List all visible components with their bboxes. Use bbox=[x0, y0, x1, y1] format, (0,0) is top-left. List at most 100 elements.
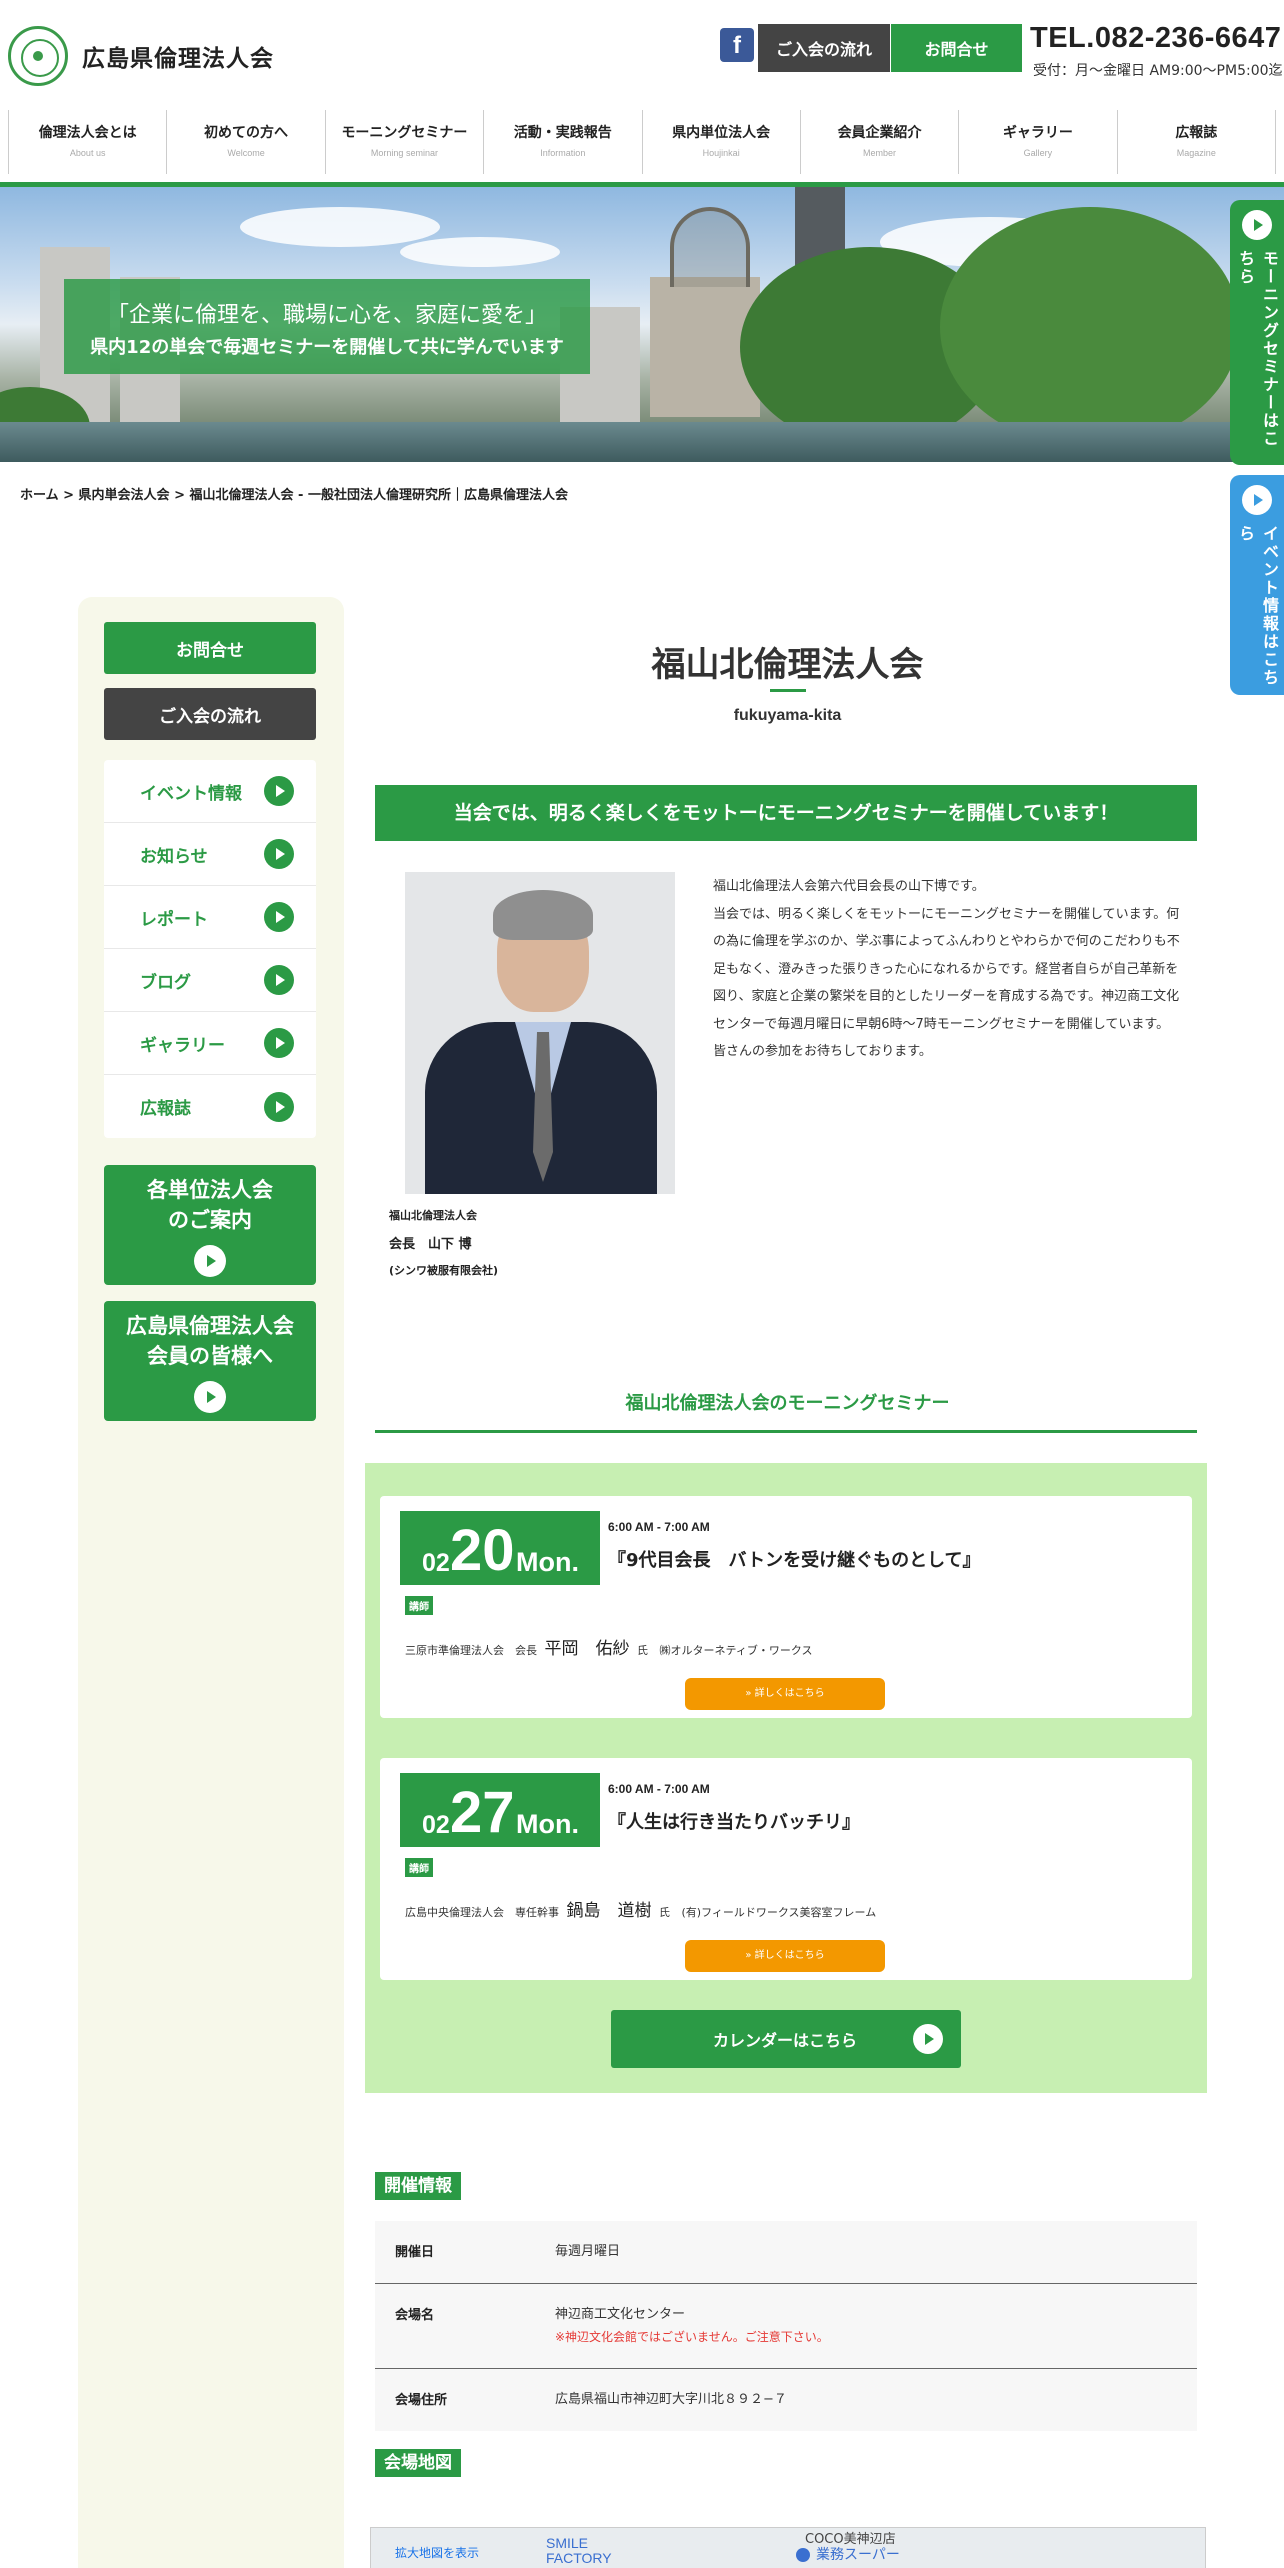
speaker-company: (有)フィールドワークス美容室フレーム bbox=[681, 1906, 877, 1919]
play-arrow-icon bbox=[1242, 485, 1272, 515]
intro-text: 福山北倫理法人会第六代目会長の山下博です。 当会では、明るく楽しくをモットーにモ… bbox=[713, 873, 1189, 1066]
nav-item-welcome[interactable]: 初めての方へ Welcome bbox=[166, 110, 324, 174]
sidebar-item-label: イベント情報 bbox=[140, 783, 242, 804]
hero-slogan: 「企業に倫理を、職場に心を、家庭に愛を」 bbox=[106, 303, 547, 328]
facebook-icon[interactable]: f bbox=[720, 28, 754, 62]
sidebar-members-button[interactable]: 広島県倫理法人会 会員の皆様へ bbox=[104, 1301, 316, 1421]
nav-label: ギャラリー bbox=[1002, 125, 1073, 141]
page-title: 福山北倫理法人会 bbox=[651, 645, 924, 685]
units-guide-line1: 各単位法人会 bbox=[147, 1178, 273, 1202]
nav-sublabel: Welcome bbox=[227, 148, 265, 158]
side-tab-label: イベント情報はこちら bbox=[1236, 525, 1279, 687]
seminar-detail-button[interactable]: » 詳しくはこちら bbox=[685, 1940, 885, 1972]
nav-sublabel: Information bbox=[540, 148, 586, 158]
sidebar-item-gallery[interactable]: ギャラリー bbox=[104, 1012, 316, 1075]
logo-text: 広島県倫理法人会 bbox=[82, 46, 274, 72]
nav-label: 会員企業紹介 bbox=[837, 125, 922, 141]
info-value-text: 神辺商工文化センター bbox=[555, 2307, 686, 2322]
table-row: 会場住所 広島県福山市神辺町大字川北８９２−７ bbox=[375, 2369, 1197, 2431]
sidebar-units-guide-button[interactable]: 各単位法人会 のご案内 bbox=[104, 1165, 316, 1285]
sidebar-item-magazine[interactable]: 広報誌 bbox=[104, 1075, 316, 1138]
nav-label: モーニングセミナー bbox=[341, 125, 468, 141]
sidebar-join-button[interactable]: ご入会の流れ bbox=[104, 688, 316, 740]
hero-banner: 「企業に倫理を、職場に心を、家庭に愛を」 県内12の単会で毎週セミナーを開催して… bbox=[0, 187, 1284, 462]
map-heading: 会場地図 bbox=[375, 2449, 461, 2477]
nav-sublabel: Gallery bbox=[1023, 148, 1053, 158]
seminar-card: 02 20 Mon. 6:00 AM - 7:00 AM 『9代目会長 バトンを… bbox=[380, 1496, 1192, 1718]
seminar-panel: 02 20 Mon. 6:00 AM - 7:00 AM 『9代目会長 バトンを… bbox=[365, 1463, 1207, 2093]
speaker-org: 広島中央倫理法人会 専任幹事 bbox=[405, 1906, 559, 1919]
seminar-speaker: 三原市準倫理法人会 会長 平岡 佑紗 氏 ㈱オルターネティブ・ワークス bbox=[405, 1634, 813, 1659]
cloud-shape bbox=[400, 237, 560, 267]
sidebar-item-news[interactable]: お知らせ bbox=[104, 823, 316, 886]
table-row: 会場名 神辺商工文化センター ※神辺文化会館ではございません。ご注意下さい。 bbox=[375, 2284, 1197, 2369]
site-header: 広島県倫理法人会 f ご入会の流れ お問合せ TEL.082-236-6647 … bbox=[0, 0, 1284, 100]
seminar-weekday: Mon. bbox=[516, 1547, 579, 1577]
seminar-month: 02 bbox=[422, 1811, 450, 1839]
speaker-name: 鍋島 道樹 bbox=[566, 1901, 652, 1921]
intro-paragraph: 皆さんの参加をお待ちしております。 bbox=[713, 1044, 932, 1059]
seminar-time: 6:00 AM - 7:00 AM bbox=[608, 1520, 710, 1534]
play-arrow-icon bbox=[913, 2024, 943, 2054]
play-arrow-icon bbox=[1242, 210, 1272, 240]
sidebar-item-events[interactable]: イベント情報 bbox=[104, 760, 316, 823]
info-value: 毎週月曜日 bbox=[555, 2221, 620, 2283]
lecturer-badge: 講師 bbox=[405, 1858, 433, 1877]
speaker-company: ㈱オルターネティブ・ワークス bbox=[659, 1644, 813, 1657]
join-flow-button[interactable]: ご入会の流れ bbox=[758, 24, 890, 72]
arrow-right-icon bbox=[264, 965, 294, 995]
nav-item-morning-seminar[interactable]: モーニングセミナー Morning seminar bbox=[324, 110, 483, 174]
seminar-topic: 『人生は行き当たりバッチリ』 bbox=[608, 1812, 860, 1833]
nav-item-magazine[interactable]: 広報誌 Magazine bbox=[1116, 110, 1276, 174]
seminar-month: 02 bbox=[422, 1549, 450, 1577]
map-enlarge-link[interactable]: 拡大地図を表示 bbox=[395, 2544, 479, 2561]
seminar-weekday: Mon. bbox=[516, 1809, 579, 1839]
calendar-button[interactable]: カレンダーはこちら bbox=[611, 2010, 961, 2068]
sidebar-contact-button[interactable]: お問合せ bbox=[104, 622, 316, 674]
side-tab-event[interactable]: イベント情報はこちら bbox=[1230, 475, 1284, 695]
info-value: 広島県福山市神辺町大字川北８９２−７ bbox=[555, 2369, 787, 2431]
breadcrumb[interactable]: ホーム > 県内単会法人会 > 福山北倫理法人会 - 一般社団法人倫理研究所｜広… bbox=[20, 484, 568, 503]
nav-item-houjinkai[interactable]: 県内単位法人会 Houjinkai bbox=[641, 110, 800, 174]
hero-subtext: 県内12の単会で毎週セミナーを開催して共に学んでいます bbox=[90, 337, 564, 358]
sidebar-item-label: 広報誌 bbox=[140, 1099, 191, 1119]
sidebar-item-blog[interactable]: ブログ bbox=[104, 949, 316, 1012]
seminar-card: 02 27 Mon. 6:00 AM - 7:00 AM 『人生は行き当たりバッ… bbox=[380, 1758, 1192, 1980]
sidebar-item-label: お知らせ bbox=[140, 846, 208, 867]
seminar-speaker: 広島中央倫理法人会 専任幹事 鍋島 道樹 氏 (有)フィールドワークス美容室フレ… bbox=[405, 1896, 876, 1921]
sidebar-item-label: ブログ bbox=[140, 972, 191, 993]
photo-caption-name: 会長 山下 博 bbox=[389, 1237, 472, 1252]
nav-item-about[interactable]: 倫理法人会とは About us bbox=[8, 110, 166, 174]
venue-map[interactable]: 拡大地図を表示 SMILE FACTORY PHOTO STUDIO COCO美… bbox=[370, 2527, 1206, 2568]
photo-hair-shape bbox=[493, 890, 593, 940]
info-key: 会場名 bbox=[395, 2308, 435, 2323]
nav-item-gallery[interactable]: ギャラリー Gallery bbox=[958, 110, 1116, 174]
seminar-day: 20 bbox=[450, 1518, 515, 1583]
seminar-detail-button[interactable]: » 詳しくはこちら bbox=[685, 1678, 885, 1710]
table-row: 開催日 毎週月曜日 bbox=[375, 2221, 1197, 2284]
side-tab-seminar[interactable]: モーニングセミナーはこちら bbox=[1230, 200, 1284, 465]
site-logo[interactable]: 広島県倫理法人会 bbox=[8, 26, 274, 86]
play-arrow-icon bbox=[194, 1245, 226, 1277]
contact-button[interactable]: お問合せ bbox=[891, 24, 1022, 72]
seminar-date: 02 20 Mon. bbox=[400, 1511, 600, 1585]
map-pin-icon bbox=[796, 2548, 810, 2562]
sidebar-item-label: ギャラリー bbox=[140, 1035, 225, 1056]
info-heading: 開催情報 bbox=[375, 2172, 461, 2200]
nav-sublabel: Magazine bbox=[1176, 148, 1216, 158]
nav-item-information[interactable]: 活動・実践報告 Information bbox=[483, 110, 641, 174]
seminar-section-divider bbox=[375, 1430, 1197, 1433]
photo-caption-org: 福山北倫理法人会 bbox=[389, 1209, 477, 1222]
arrow-right-icon bbox=[264, 1091, 294, 1122]
nav-item-member[interactable]: 会員企業紹介 Member bbox=[799, 110, 958, 174]
map-place-label: 業務スーパー bbox=[816, 2547, 900, 2563]
map-place-label: SMILE FACTORY PHOTO STUDIO bbox=[546, 2535, 652, 2568]
info-value-text: 毎週月曜日 bbox=[555, 2244, 621, 2259]
info-key: 開催日 bbox=[395, 2245, 435, 2260]
seminar-time: 6:00 AM - 7:00 AM bbox=[608, 1782, 710, 1796]
info-value-text: 広島県福山市神辺町大字川北８９２−７ bbox=[555, 2392, 787, 2407]
speaker-suffix: 氏 bbox=[659, 1906, 670, 1919]
phone-number[interactable]: TEL.082-236-6647 bbox=[1030, 22, 1281, 55]
sidebar-item-report[interactable]: レポート bbox=[104, 886, 316, 949]
nav-label: 倫理法人会とは bbox=[38, 125, 137, 141]
